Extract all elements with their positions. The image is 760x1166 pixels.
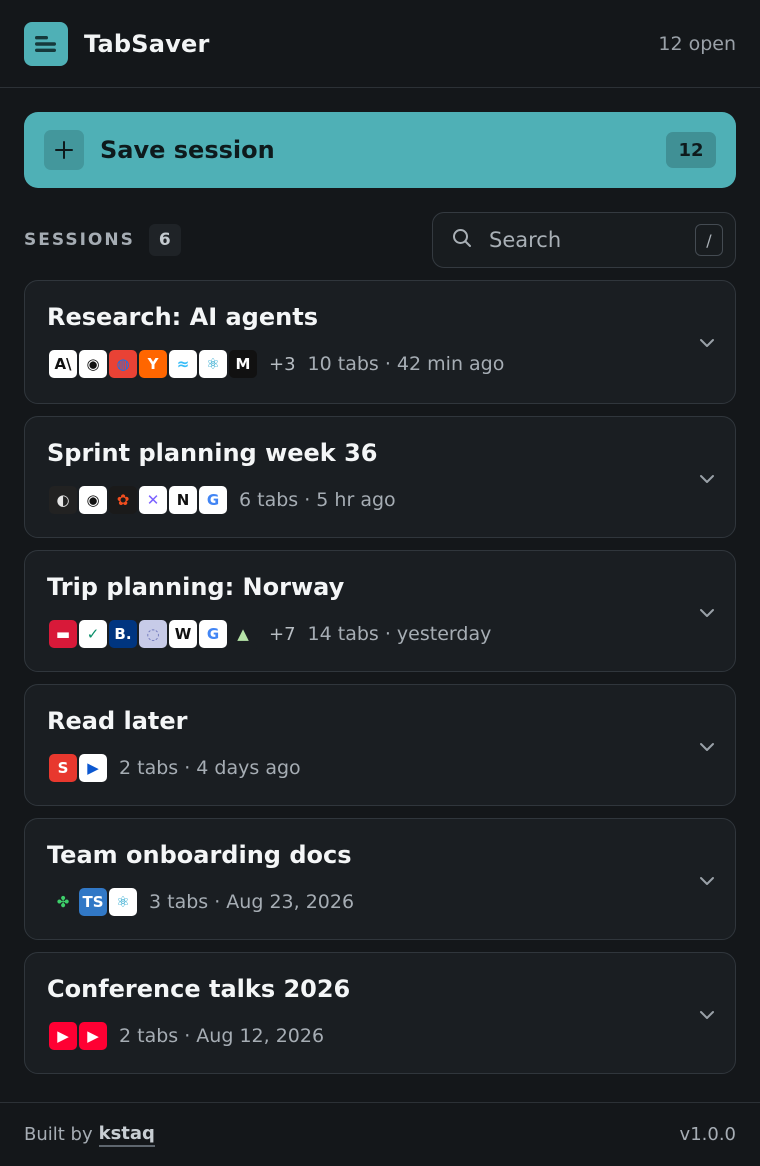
sessions-count-badge: 6 — [148, 224, 181, 256]
substack-icon: S — [47, 752, 79, 784]
more-tabs-count: +3 — [269, 353, 296, 375]
session-title: Research: AI agents — [47, 303, 318, 331]
maps-icon: ▲ — [227, 618, 259, 650]
session-card[interactable]: Team onboarding docs ✤ TS ⚛ 3 tabs · Aug 23,… — [24, 818, 736, 940]
chevron-down-icon[interactable] — [697, 603, 717, 627]
session-info-row: A\ ◉ ◍ Y ≈ ⚛ M +3 10 tabs · 42 min ago — [47, 347, 713, 381]
session-info-row: S ▶ 2 tabs · 4 days ago — [47, 751, 713, 785]
session-card[interactable]: Read later S ▶ 2 tabs · 4 days ago — [24, 684, 736, 806]
linear-icon: ◐ — [47, 484, 79, 516]
app-header: TabSaver 12 open — [0, 0, 760, 88]
session-title: Read later — [47, 707, 188, 735]
more-tabs-count: +7 — [269, 623, 296, 645]
react-icon: ⚛ — [107, 886, 139, 918]
chevron-down-icon[interactable] — [697, 871, 717, 895]
tailwind-icon: ≈ — [167, 348, 199, 380]
session-list: Research: AI agents A\ ◉ ◍ Y ≈ ⚛ M +3 10 tabs · 4… — [24, 280, 736, 1086]
search-placeholder: Search — [489, 228, 562, 252]
open-tabs-count: 12 open — [658, 32, 736, 55]
search-shortcut-key: / — [695, 224, 723, 256]
anthropic-icon: A\ — [47, 348, 79, 380]
wikipedia-icon: W — [167, 618, 199, 650]
session-info-row: ◐ ◉ ✿ ✕ N G 6 tabs · 5 hr ago — [47, 483, 713, 517]
session-meta: 14 tabs · yesterday — [307, 623, 492, 645]
session-title: Trip planning: Norway — [47, 573, 345, 601]
favicon-stack: ✤ TS ⚛ — [47, 886, 139, 918]
sessions-heading: SESSIONS — [24, 230, 135, 250]
app-title: TabSaver — [84, 29, 210, 58]
session-meta: 10 tabs · 42 min ago — [307, 353, 505, 375]
sessions-toolbar: SESSIONS 6 Search / — [24, 212, 736, 268]
session-card[interactable]: Trip planning: Norway ▬ ✓ B. ◌ W G ▲ +7 14 tabs ·… — [24, 550, 736, 672]
ycombinator-icon: Y — [137, 348, 169, 380]
session-title: Team onboarding docs — [47, 841, 352, 869]
play-arrow-icon: ▶ — [77, 752, 109, 784]
plus-icon — [44, 130, 84, 170]
youtube-icon: ▶ — [77, 1020, 109, 1052]
chrome-icon: ◍ — [107, 348, 139, 380]
save-session-label: Save session — [100, 136, 275, 164]
favicon-stack: S ▶ — [47, 752, 109, 784]
session-meta: 3 tabs · Aug 23, 2026 — [149, 891, 355, 913]
version-label: v1.0.0 — [679, 1124, 736, 1145]
google-icon: G — [197, 618, 229, 650]
medium-icon: M — [227, 348, 259, 380]
tabsaver-logo-icon — [24, 21, 68, 66]
favicon-stack: ▬ ✓ B. ◌ W G ▲ — [47, 618, 259, 650]
chevron-down-icon[interactable] — [697, 737, 717, 761]
save-session-button[interactable]: Save session 12 — [24, 112, 736, 188]
chevron-down-icon[interactable] — [697, 1005, 717, 1029]
booking-icon: B. — [107, 618, 139, 650]
app-footer: Built by kstaq v1.0.0 — [0, 1102, 760, 1166]
session-info-row: ✤ TS ⚛ 3 tabs · Aug 23, 2026 — [47, 885, 713, 919]
favicon-stack: ◐ ◉ ✿ ✕ N G — [47, 484, 229, 516]
session-meta: 2 tabs · Aug 12, 2026 — [119, 1025, 325, 1047]
shield-check-icon: ✓ — [77, 618, 109, 650]
author-link[interactable]: kstaq — [98, 1123, 155, 1147]
typescript-icon: TS — [77, 886, 109, 918]
session-meta: 2 tabs · 4 days ago — [119, 757, 301, 779]
save-tab-count-badge: 12 — [666, 132, 716, 168]
session-info-row: ▶ ▶ 2 tabs · Aug 12, 2026 — [47, 1019, 713, 1053]
session-title: Conference talks 2026 — [47, 975, 351, 1003]
react-icon: ⚛ — [197, 348, 229, 380]
session-card[interactable]: Sprint planning week 36 ◐ ◉ ✿ ✕ N G 6 tabs · 5 … — [24, 416, 736, 538]
github-icon: ◉ — [77, 484, 109, 516]
chevron-down-icon[interactable] — [697, 333, 717, 357]
chevron-down-icon[interactable] — [697, 469, 717, 493]
search-input[interactable]: Search / — [432, 212, 736, 268]
notion-icon: N — [167, 484, 199, 516]
google-icon: G — [197, 484, 229, 516]
puzzle-icon: ✤ — [47, 886, 79, 918]
github-icon: ◉ — [77, 348, 109, 380]
session-meta: 6 tabs · 5 hr ago — [239, 489, 396, 511]
session-card[interactable]: Conference talks 2026 ▶ ▶ 2 tabs · Aug 12, … — [24, 952, 736, 1074]
search-icon — [451, 227, 473, 253]
globe-icon: ◌ — [137, 618, 169, 650]
favicon-stack: A\ ◉ ◍ Y ≈ ⚛ M — [47, 348, 259, 380]
figma-icon: ✿ — [107, 484, 139, 516]
youtube-icon: ▶ — [47, 1020, 79, 1052]
favicon-stack: ▶ ▶ — [47, 1020, 109, 1052]
built-by-text: Built by — [24, 1124, 93, 1145]
session-card[interactable]: Research: AI agents A\ ◉ ◍ Y ≈ ⚛ M +3 10 tabs · 4… — [24, 280, 736, 404]
norwegian-icon: ▬ — [47, 618, 79, 650]
session-info-row: ▬ ✓ B. ◌ W G ▲ +7 14 tabs · yesterday — [47, 617, 713, 651]
session-title: Sprint planning week 36 — [47, 439, 378, 467]
tools-icon: ✕ — [137, 484, 169, 516]
